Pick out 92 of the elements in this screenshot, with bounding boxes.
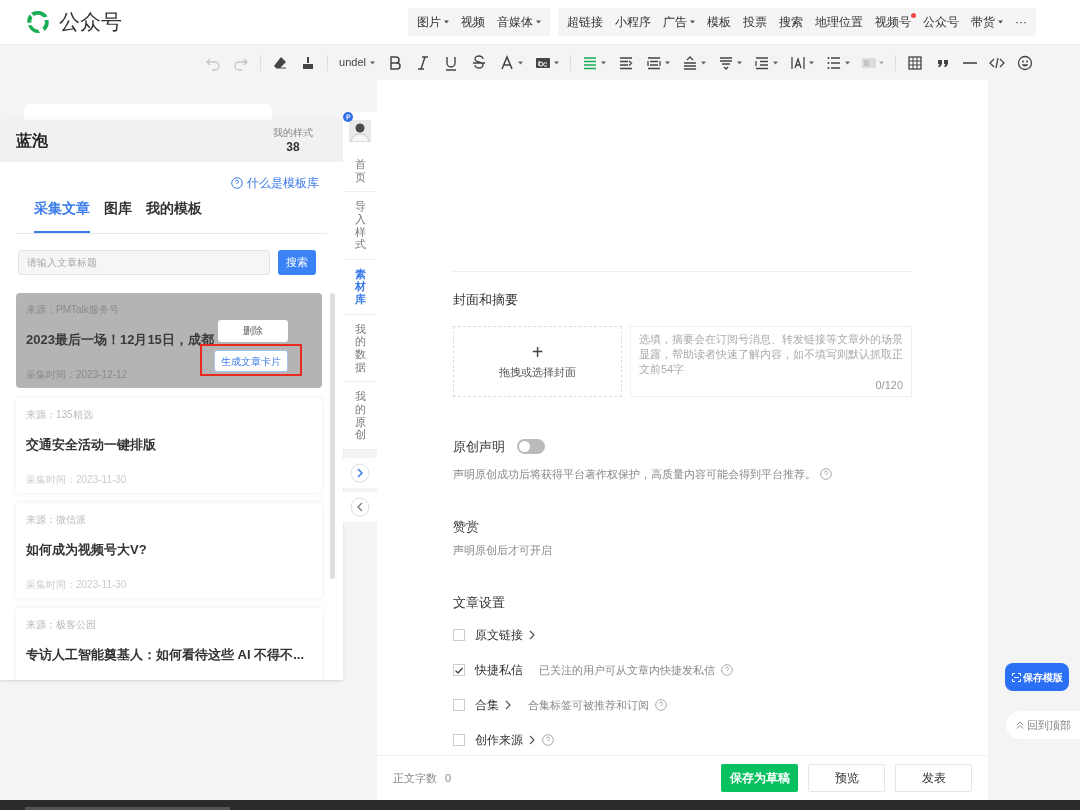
article-title: 专访人工智能奠基人：如何看待这些 AI 不得不... xyxy=(26,646,305,664)
search-button[interactable]: 搜索 xyxy=(278,250,316,275)
caret-icon xyxy=(536,20,541,24)
description-text: 声明原创成功后将获得平台著作权保护，高质量内容可能会得到平台推荐。 xyxy=(453,467,816,482)
paragraph-icon xyxy=(754,54,770,71)
cover-upload[interactable]: + 拖拽或选择封面 xyxy=(453,325,622,397)
insert-menu-item[interactable]: 视频号 xyxy=(869,8,917,36)
word-count: 0 xyxy=(445,770,452,786)
panel-tab[interactable]: 采集文章 xyxy=(34,198,90,233)
plus-sign: + xyxy=(531,341,544,362)
option-hint: 合集标签可被推荐和订阅 xyxy=(528,697,649,713)
side-tab[interactable]: 我的数据 xyxy=(354,322,366,374)
italic-icon xyxy=(415,54,431,71)
spacing-icon xyxy=(718,54,734,71)
insert-menu-item[interactable]: 公众号 xyxy=(917,8,965,36)
panel-title: 蓝泡 xyxy=(16,131,48,151)
help-icon xyxy=(231,177,243,189)
scrollbar[interactable] xyxy=(330,293,335,579)
insert-menu-item[interactable]: 小程序 xyxy=(609,8,657,36)
checkbox[interactable] xyxy=(453,734,465,746)
emoji-icon xyxy=(1017,54,1033,71)
divider-icon xyxy=(963,61,977,64)
bold-icon xyxy=(387,54,403,71)
option-label[interactable]: 原文链接 xyxy=(475,626,523,644)
toggle-switch[interactable] xyxy=(517,438,545,454)
summary-placeholder: 选填，摘要会在订阅号消息、转发链接等文章外的场景显露，帮助读者快速了解内容，如不填写则默认抓取正文前54字 xyxy=(639,331,903,377)
center-icon xyxy=(646,54,662,71)
styles-count: 38 xyxy=(286,139,300,155)
section-heading: 文章设置 xyxy=(453,593,506,612)
panel-tab[interactable]: 我的模板 xyxy=(146,198,202,233)
letter-spacing-icon xyxy=(790,54,806,71)
app-title: 公众号 xyxy=(59,9,122,36)
logo-icon xyxy=(25,9,51,35)
chevron-left-icon xyxy=(350,496,370,517)
option-hint: 已关注的用户可从文章内快捷发私信 xyxy=(539,662,715,678)
insert-menu-item[interactable]: 超链接 xyxy=(561,8,609,36)
insert-menu-item[interactable]: 模板 xyxy=(701,8,737,36)
line-height-icon xyxy=(682,54,698,71)
side-tab[interactable]: 我的原创 xyxy=(354,390,366,441)
insert-menu-item[interactable]: 地理位置 xyxy=(809,8,869,36)
check-icon xyxy=(455,666,463,674)
article-title: 交通安全活动一键排版 xyxy=(26,436,156,454)
avatar[interactable] xyxy=(349,120,371,142)
option-label[interactable]: 创作来源 xyxy=(475,731,523,749)
help-link[interactable]: 什么是模板库 xyxy=(231,174,319,192)
table-icon xyxy=(907,54,923,71)
card-action[interactable]: 生成文章卡片 xyxy=(214,350,288,372)
card-action[interactable]: 删除 xyxy=(218,319,288,342)
checkbox[interactable] xyxy=(453,629,465,641)
insert-menu-item[interactable]: 投票 xyxy=(737,8,773,36)
side-tab[interactable]: 首页 xyxy=(354,158,366,184)
panel-tab[interactable]: 图库 xyxy=(104,198,132,233)
checkbox[interactable] xyxy=(453,699,465,711)
save-template-button[interactable]: 保存模版 xyxy=(1005,663,1069,691)
caret-icon xyxy=(444,20,449,24)
footer-button[interactable]: 预览 xyxy=(808,764,885,792)
back-to-top-button[interactable]: 回到顶部 xyxy=(1006,711,1080,739)
character-counter: 0/120 xyxy=(875,377,903,393)
insert-menu-item[interactable]: 视频 xyxy=(455,8,491,36)
chevron-right-icon xyxy=(350,462,370,483)
side-tab[interactable]: 导入样式 xyxy=(354,200,366,251)
section-heading: 封面和摘要 xyxy=(453,291,519,309)
search-field[interactable]: 请输入文章标题 xyxy=(18,250,270,275)
color-icon xyxy=(499,54,515,71)
option-label[interactable]: 快捷私信 xyxy=(475,661,523,679)
section-heading: 原创声明 xyxy=(453,437,505,456)
article-title: 如何成为视频号大V? xyxy=(26,541,147,559)
caret-icon xyxy=(998,20,1003,24)
double-chevron-up-icon xyxy=(1015,721,1024,729)
insert-menu-item[interactable]: 图片 xyxy=(411,8,455,36)
insert-menu-item[interactable]: 广告 xyxy=(657,8,701,36)
side-tab[interactable]: 素材库 xyxy=(354,267,366,306)
insert-menu-item[interactable]: ··· xyxy=(1009,8,1033,36)
list-icon xyxy=(826,54,842,71)
caret-icon xyxy=(690,20,695,24)
section-heading: 赞赏 xyxy=(453,517,480,536)
checkbox[interactable] xyxy=(453,664,465,676)
strike-icon xyxy=(471,54,487,71)
option-label[interactable]: 合集 xyxy=(475,696,499,714)
styles-label: 我的样式 xyxy=(273,127,313,140)
insert-menu-item[interactable]: 搜索 xyxy=(773,8,809,36)
eraser-icon xyxy=(272,54,289,71)
upload-label: 拖拽或选择封面 xyxy=(499,364,576,380)
indent-icon xyxy=(618,54,634,71)
description-text: 声明原创后才可开启 xyxy=(453,543,553,558)
word-count-label: 正文字数 xyxy=(393,770,437,786)
footer-button[interactable]: 发表 xyxy=(895,764,972,792)
scan-icon xyxy=(1011,672,1021,682)
insert-menu-item[interactable]: 带货 xyxy=(965,8,1009,36)
font-select[interactable]: undel xyxy=(336,50,378,75)
underline-icon xyxy=(443,54,459,71)
insert-menu-item[interactable]: 音媒体 xyxy=(491,8,547,36)
